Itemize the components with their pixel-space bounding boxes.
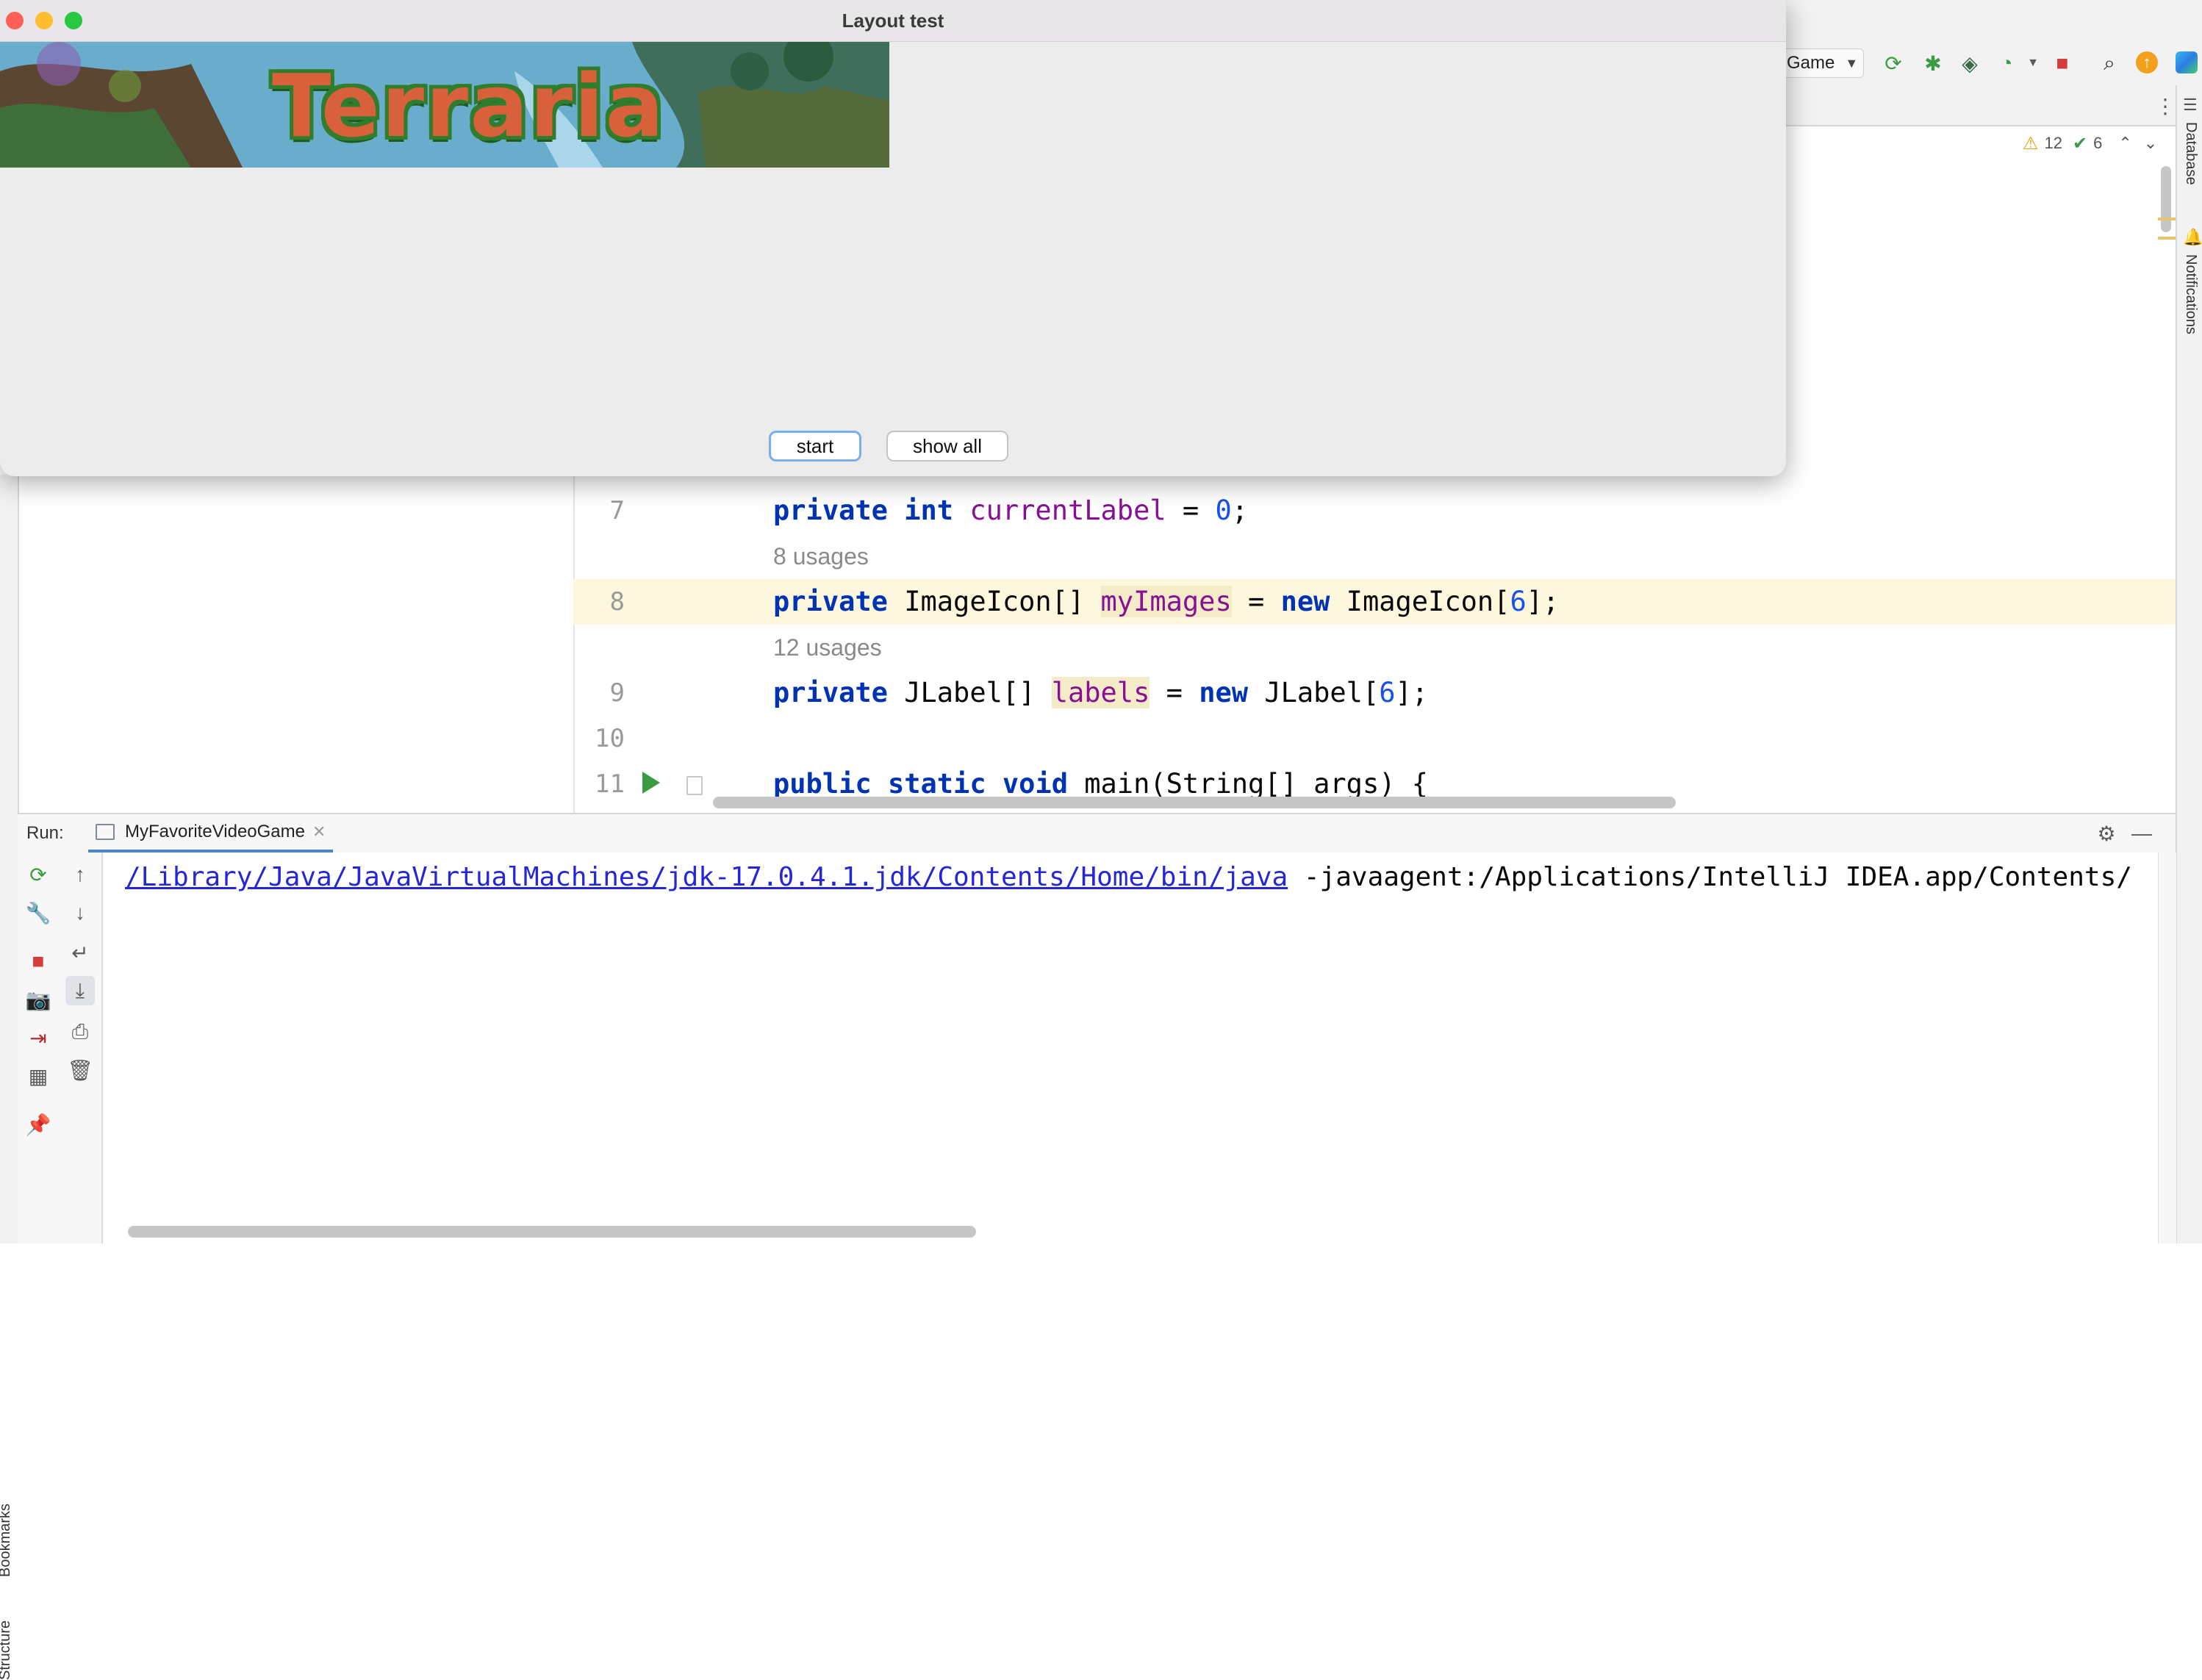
- stop-icon[interactable]: ■: [2048, 49, 2077, 78]
- console-scroll-gutter: [2158, 852, 2176, 1243]
- editor-tab-bar: ⋮: [1779, 85, 2202, 126]
- console-java-path-link[interactable]: /Library/Java/JavaVirtualMachines/jdk-17…: [125, 862, 1288, 892]
- structure-tool-window-label[interactable]: Structure: [0, 1620, 14, 1680]
- rerun-icon[interactable]: ⟳: [24, 860, 53, 889]
- code-line[interactable]: private int currentLabel = 0;: [773, 488, 1248, 534]
- run-toolbar-secondary: ↑ ↓ ↵ ⤓ ⎙ 🗑: [59, 852, 103, 1243]
- usages-hint[interactable]: 12 usages: [773, 625, 882, 670]
- console-horizontal-scrollbar[interactable]: [128, 1226, 976, 1238]
- exit-icon[interactable]: ⇥: [24, 1023, 53, 1052]
- checks-count: 6: [2093, 134, 2103, 152]
- run-gutter-icon[interactable]: [642, 772, 660, 794]
- warnings-count: 12: [2044, 134, 2062, 152]
- start-button[interactable]: start: [769, 431, 861, 462]
- soft-wrap-icon[interactable]: ↵: [65, 938, 95, 967]
- fold-icon[interactable]: [686, 776, 703, 795]
- notifications-tool-window-label[interactable]: Notifications: [2182, 254, 2199, 334]
- console-args: -javaagent:/Applications/IntelliJ IDEA.a…: [1288, 862, 2132, 892]
- console-line: /Library/Java/JavaVirtualMachines/jdk-17…: [125, 858, 2132, 897]
- run-tab[interactable]: MyFavoriteVideoGame ✕: [88, 814, 334, 852]
- more-run-chevron-icon[interactable]: ▼: [2018, 49, 2048, 78]
- stop-icon[interactable]: ■: [24, 947, 53, 976]
- run-toolbar-primary: ⟳ 🔧 ■ 📷 ⇥ ▦ 📌: [18, 852, 60, 1243]
- notifications-icon[interactable]: 🔔: [2183, 228, 2202, 247]
- console-output[interactable]: [103, 852, 2161, 1243]
- check-icon: ✔: [2073, 133, 2088, 154]
- warning-icon: ⚠: [2023, 133, 2039, 154]
- scroll-marker: [2158, 237, 2176, 240]
- up-arrow-icon[interactable]: ↑: [65, 860, 95, 889]
- right-tool-window-strip: ☰ Database 🔔 Notifications: [2176, 85, 2202, 1243]
- usages-hint[interactable]: 8 usages: [773, 534, 869, 579]
- run-tab-label: MyFavoriteVideoGame: [125, 822, 305, 841]
- coverage-icon[interactable]: ◈: [1955, 49, 1984, 78]
- scroll-to-end-icon[interactable]: ⤓: [65, 976, 95, 1005]
- print-icon[interactable]: ⎙: [65, 1017, 95, 1047]
- banner-title-text: Terraria: [272, 55, 666, 157]
- run-label: Run:: [26, 823, 64, 843]
- line-number: 11: [595, 769, 625, 799]
- line-number: 7: [609, 496, 625, 525]
- profile-icon[interactable]: ◔: [1992, 49, 2021, 78]
- line-number: 8: [609, 587, 625, 617]
- layout-test-window: Layout test Terraria start show all: [0, 0, 1786, 476]
- window-titlebar[interactable]: Layout test: [0, 0, 1786, 42]
- bookmarks-tool-window-label[interactable]: Bookmarks: [0, 1504, 14, 1577]
- window-title: Layout test: [842, 10, 944, 32]
- database-icon[interactable]: ☰: [2183, 96, 2198, 115]
- code-line[interactable]: public static void main(String[] args) {: [773, 761, 1428, 797]
- camera-icon[interactable]: 📷: [24, 985, 53, 1014]
- code-line[interactable]: private ImageIcon[] myImages = new Image…: [773, 579, 1559, 625]
- wrench-icon[interactable]: 🔧: [24, 898, 53, 927]
- next-highlight-icon[interactable]: ⌄: [2144, 134, 2157, 153]
- close-tab-icon[interactable]: ✕: [312, 822, 326, 841]
- minimize-panel-icon[interactable]: —: [2127, 819, 2156, 848]
- down-arrow-icon[interactable]: ↓: [65, 898, 95, 927]
- run-config-selector[interactable]: Game ▼: [1779, 49, 1864, 78]
- console-tab-icon: [96, 824, 115, 840]
- inspection-widget[interactable]: ⚠ 12 ✔ 6 ⌃ ⌄: [2023, 131, 2157, 156]
- database-tool-window-label[interactable]: Database: [2182, 122, 2199, 185]
- search-icon[interactable]: ⌕: [2095, 49, 2124, 78]
- run-config-label: Game: [1787, 53, 1835, 73]
- gear-icon[interactable]: ⚙: [2092, 819, 2121, 848]
- chevron-down-icon: ▼: [1845, 55, 1859, 71]
- trash-icon[interactable]: 🗑: [65, 1055, 95, 1085]
- layout-icon[interactable]: ▦: [24, 1061, 53, 1091]
- show-all-button[interactable]: show all: [886, 431, 1008, 462]
- editor-vertical-scrollbar[interactable]: [2161, 166, 2171, 232]
- scroll-marker: [2158, 218, 2176, 220]
- editor-horizontal-scrollbar[interactable]: [713, 797, 1676, 808]
- pin-icon[interactable]: 📌: [24, 1110, 53, 1139]
- terraria-banner-image: Terraria: [0, 42, 889, 168]
- ide-logo-icon[interactable]: [2176, 51, 2198, 73]
- previous-highlight-icon[interactable]: ⌃: [2118, 134, 2131, 153]
- rerun-icon[interactable]: ⟳: [1879, 49, 1908, 78]
- run-panel-header: Run: MyFavoriteVideoGame ✕ ⚙ —: [18, 813, 2176, 855]
- debug-icon[interactable]: ✱: [1918, 49, 1948, 78]
- line-number: 10: [595, 724, 625, 753]
- left-tool-window-strip: Bookmarks Structure: [0, 475, 19, 1680]
- code-line[interactable]: private JLabel[] labels = new JLabel[6];: [773, 670, 1428, 716]
- update-icon[interactable]: ↑: [2136, 51, 2158, 73]
- line-number: 9: [609, 678, 625, 708]
